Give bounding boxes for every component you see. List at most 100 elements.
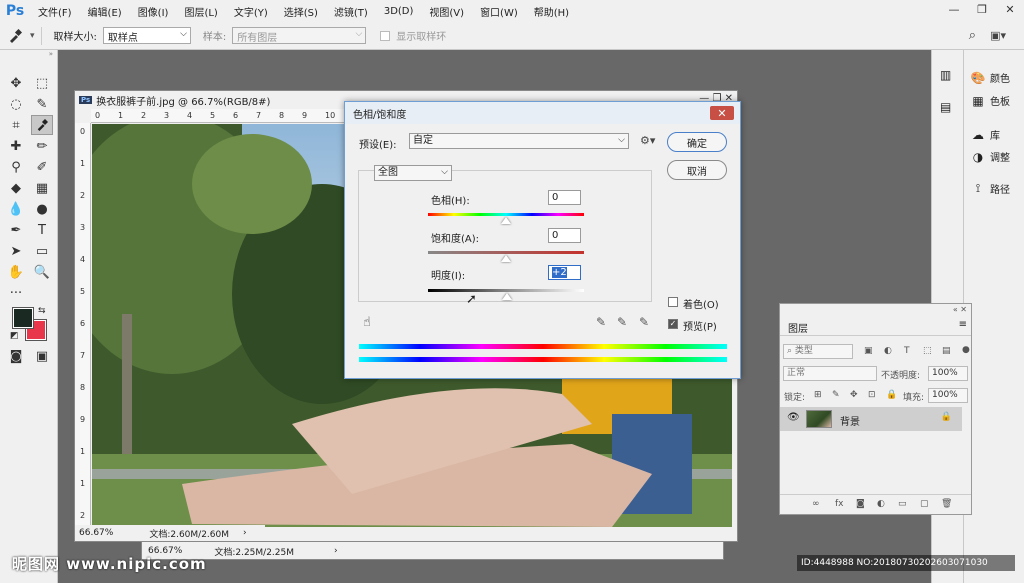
menu-type[interactable]: 文字(Y)	[226, 4, 276, 19]
lock-artboard-icon[interactable]: ⊡	[868, 390, 876, 400]
more-tools-icon[interactable]: ···	[5, 283, 27, 303]
hue-slider-track[interactable]	[428, 213, 584, 216]
saturation-slider-thumb[interactable]	[501, 255, 511, 262]
opacity-input[interactable]: 100%	[928, 366, 968, 381]
delete-layer-icon[interactable]: 🗑	[941, 499, 952, 509]
dock-adjustments[interactable]: ◑ 调整	[970, 149, 1010, 165]
preset-options-gear-icon[interactable]: ⚙▾	[640, 134, 655, 147]
sample-select[interactable]: 所有图层 ⌵	[232, 27, 367, 44]
eyedropper-add-icon[interactable]: ✎	[617, 315, 627, 329]
marquee-icon[interactable]: ⬚	[31, 73, 53, 93]
menu-layer[interactable]: 图层(L)	[176, 4, 225, 19]
dock-libraries[interactable]: ☁ 库	[970, 127, 1000, 143]
new-adjustment-icon[interactable]: ◐	[877, 499, 885, 509]
brush-icon[interactable]: ✏	[31, 136, 53, 156]
filter-shape-icon[interactable]: ⬚	[923, 346, 932, 356]
filter-toggle-icon[interactable]: ●	[962, 345, 970, 355]
chevron-down-icon[interactable]: ▾	[30, 31, 35, 41]
history-icon[interactable]: ▥	[940, 68, 951, 82]
lock-all-icon[interactable]: 🔒	[886, 390, 897, 400]
dialog-close-button[interactable]: ✕	[710, 106, 734, 120]
preset-select[interactable]: 自定 ⌵	[409, 133, 629, 149]
eyedropper-icon[interactable]	[31, 115, 53, 135]
type-icon[interactable]: T	[31, 220, 53, 240]
on-image-adjust-hand-icon[interactable]: ☝	[363, 315, 371, 330]
chevron-right-icon[interactable]: ›	[243, 528, 247, 538]
panel-collapse-icon[interactable]: « ✕	[953, 305, 967, 314]
eyedropper-icon[interactable]	[0, 26, 30, 46]
minimize-button[interactable]: —	[940, 0, 968, 18]
dock-paths[interactable]: ⟟ 路径	[970, 181, 1010, 196]
cancel-button[interactable]: 取消	[667, 160, 727, 180]
lasso-icon[interactable]: ◌	[5, 94, 27, 114]
move-icon[interactable]: ✥	[5, 73, 27, 93]
new-group-icon[interactable]: ▭	[898, 499, 907, 509]
blur-icon[interactable]: 💧	[5, 199, 27, 219]
ok-button[interactable]: 确定	[667, 132, 727, 152]
hue-slider-thumb[interactable]	[501, 217, 511, 224]
fill-input[interactable]: 100%	[928, 388, 968, 403]
filter-kind-select[interactable]: ⌕ 类型	[783, 344, 853, 359]
layer-style-icon[interactable]: fx	[835, 499, 844, 509]
panel-menu-icon[interactable]: ≡	[959, 319, 967, 330]
blend-mode-select[interactable]: 正常	[783, 366, 877, 381]
quick-select-icon[interactable]: ✎	[31, 94, 53, 114]
screen-mode-icon[interactable]: ▣	[31, 346, 53, 366]
clone-stamp-icon[interactable]: ⚲	[5, 157, 27, 177]
eyedropper-subtract-icon[interactable]: ✎	[639, 315, 649, 329]
lock-position-icon[interactable]: ✥	[850, 390, 858, 400]
chevron-right-icon[interactable]: ›	[334, 546, 338, 556]
new-layer-icon[interactable]: ▢	[920, 499, 929, 509]
menu-file[interactable]: 文件(F)	[30, 4, 80, 19]
path-select-icon[interactable]: ➤	[5, 241, 27, 261]
filter-smart-object-icon[interactable]: ▤	[942, 346, 951, 356]
link-layers-icon[interactable]: ∞	[812, 499, 820, 509]
hand-icon[interactable]: ✋	[5, 262, 27, 282]
saturation-input[interactable]: 0	[548, 228, 581, 243]
swap-colors-icon[interactable]: ⇆	[38, 306, 46, 316]
saturation-slider-track[interactable]	[428, 251, 584, 254]
colorize-checkbox[interactable]	[668, 297, 678, 307]
gradient-icon[interactable]: ▦	[31, 178, 53, 198]
quick-mask-icon[interactable]: ◙	[5, 346, 27, 366]
dodge-icon[interactable]: ●	[31, 199, 53, 219]
visibility-eye-icon[interactable]: 👁	[787, 412, 800, 423]
layers-tab[interactable]: 图层	[788, 320, 808, 335]
hue-input[interactable]: 0	[548, 190, 581, 205]
filter-type-icon[interactable]: T	[904, 346, 910, 356]
workspace-icon[interactable]: ▣▾	[990, 29, 1006, 42]
pen-icon[interactable]: ✒	[5, 220, 27, 240]
menu-view[interactable]: 视图(V)	[421, 4, 472, 19]
filter-pixel-icon[interactable]: ▣	[864, 346, 873, 356]
healing-brush-icon[interactable]: ✚	[5, 136, 27, 156]
lightness-input[interactable]: +2	[548, 265, 581, 280]
lightness-slider-thumb[interactable]	[502, 293, 512, 300]
eyedropper-icon[interactable]: ✎	[596, 315, 606, 329]
layer-row[interactable]: 👁 背景 🔒	[780, 407, 962, 431]
sample-size-select[interactable]: 取样点 ⌵	[102, 27, 191, 44]
crop-icon[interactable]: ⌗	[5, 115, 27, 135]
menu-image[interactable]: 图像(I)	[130, 4, 177, 19]
zoom-icon[interactable]: 🔍	[31, 262, 53, 282]
eraser-icon[interactable]: ◆	[5, 178, 27, 198]
history-brush-icon[interactable]: ✐	[31, 157, 53, 177]
close-button[interactable]: ✕	[996, 0, 1024, 18]
menu-select[interactable]: 选择(S)	[276, 4, 326, 19]
dock-swatches[interactable]: ▦ 色板	[970, 93, 1010, 109]
zoom-level[interactable]: 66.67%	[79, 528, 113, 538]
properties-icon[interactable]: ▤	[940, 100, 951, 114]
add-mask-icon[interactable]: ◙	[856, 499, 865, 509]
lock-transparent-icon[interactable]: ⊞	[814, 390, 822, 400]
menu-window[interactable]: 窗口(W)	[472, 4, 526, 19]
dock-color[interactable]: 🎨 颜色	[970, 70, 1010, 86]
menu-edit[interactable]: 编辑(E)	[80, 4, 130, 19]
menu-help[interactable]: 帮助(H)	[526, 4, 577, 19]
preview-checkbox[interactable]: ✓	[668, 319, 678, 329]
menu-3d[interactable]: 3D(D)	[376, 6, 422, 17]
search-icon[interactable]: ⌕	[969, 28, 976, 43]
default-colors-icon[interactable]: ◩	[10, 331, 19, 341]
menu-filter[interactable]: 滤镜(T)	[326, 4, 376, 19]
restore-button[interactable]: ❐	[968, 0, 996, 18]
foreground-color-swatch[interactable]	[12, 307, 34, 329]
filter-adjustment-icon[interactable]: ◐	[884, 346, 892, 356]
